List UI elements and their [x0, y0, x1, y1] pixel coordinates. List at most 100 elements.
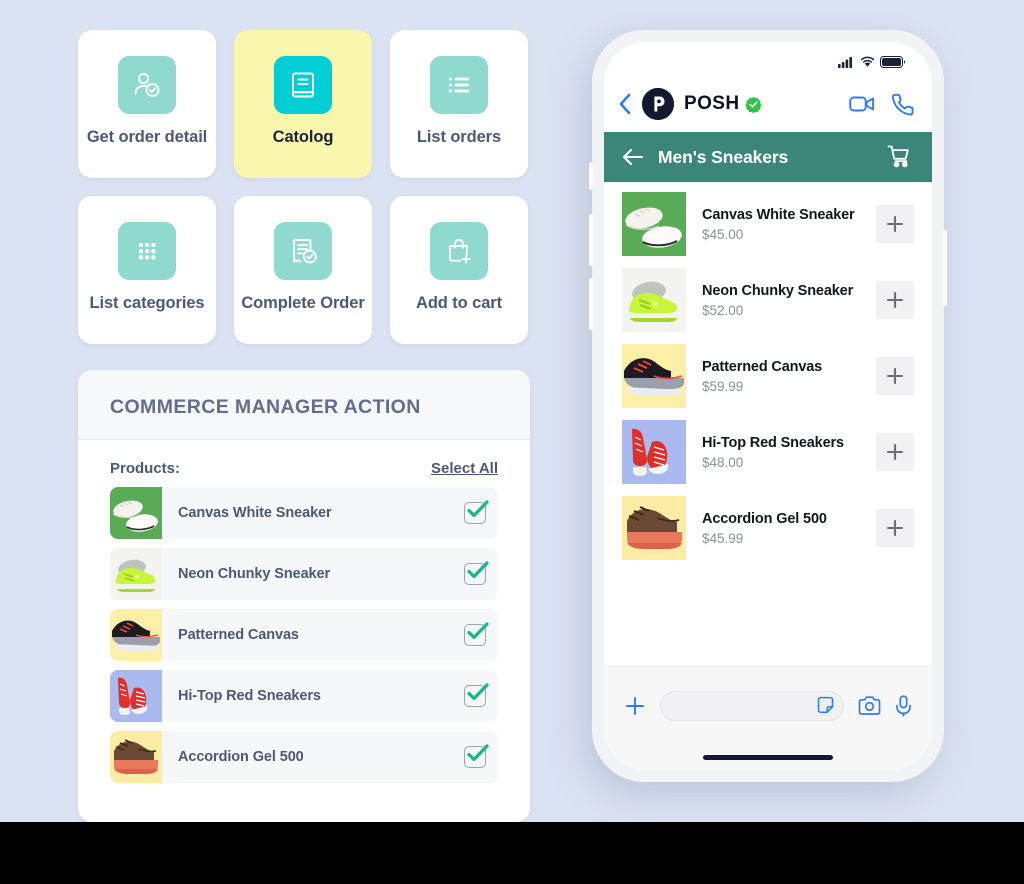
left-panel: Get order detail Catolog List orders Lis…	[78, 30, 530, 822]
product-checkbox[interactable]	[452, 683, 498, 707]
product-checkbox[interactable]	[452, 500, 498, 524]
product-name: Accordion Gel 500	[178, 749, 304, 765]
posh-brand-name: POSH	[684, 93, 740, 114]
message-composer	[604, 666, 932, 744]
product-thumbnail	[110, 487, 162, 539]
products-toolbar: Products: Select All	[78, 440, 530, 487]
product-price: $59.99	[702, 378, 744, 394]
message-input[interactable]	[660, 690, 844, 721]
add-to-cart-button[interactable]	[876, 433, 914, 471]
add-to-cart-button[interactable]	[876, 205, 914, 243]
action-card-label: Catolog	[272, 128, 334, 146]
product-checklist-row[interactable]: Neon Chunky Sneaker	[110, 548, 498, 600]
shopping-cart-icon[interactable]	[887, 145, 912, 169]
action-card-add-to-cart[interactable]: Add to cart	[390, 196, 528, 344]
grid-icon	[118, 222, 176, 280]
wifi-icon	[860, 56, 875, 67]
phone-icon[interactable]	[891, 93, 914, 116]
product-name: Hi-Top Red Sneakers	[178, 688, 321, 704]
action-card-complete-order[interactable]: Complete Order	[234, 196, 372, 344]
action-card-label: List categories	[89, 294, 205, 312]
status-bar	[604, 42, 932, 76]
product-checkbox[interactable]	[452, 744, 498, 768]
select-all-link[interactable]: Select All	[431, 460, 498, 477]
catalog-product-row[interactable]: Neon Chunky Sneaker $52.00	[604, 262, 932, 338]
book-icon	[274, 56, 332, 114]
battery-full-icon	[880, 56, 906, 68]
action-card-label: Get order detail	[86, 128, 208, 146]
product-name: Accordion Gel 500	[702, 510, 827, 527]
product-checkbox[interactable]	[452, 622, 498, 646]
back-chevron-icon[interactable]	[618, 92, 642, 116]
catalog-product-row[interactable]: Canvas White Sneaker $45.00	[604, 186, 932, 262]
arrow-left-icon[interactable]	[622, 148, 644, 166]
product-info: Canvas White Sneaker $45.00	[686, 207, 876, 242]
add-to-cart-button[interactable]	[876, 357, 914, 395]
product-name: Canvas White Sneaker	[702, 206, 855, 223]
sticker-icon[interactable]	[816, 696, 835, 715]
action-card-get-order-detail[interactable]: Get order detail	[78, 30, 216, 178]
list-bullet-icon	[430, 56, 488, 114]
product-name: Neon Chunky Sneaker	[702, 282, 854, 299]
add-to-cart-button[interactable]	[876, 281, 914, 319]
video-camera-icon[interactable]	[849, 94, 875, 114]
product-checklist-row[interactable]: Accordion Gel 500	[110, 731, 498, 783]
microphone-icon[interactable]	[895, 694, 912, 717]
header-actions	[849, 93, 914, 116]
product-checklist: Canvas White Sneaker Neon Chunky Sneaker…	[78, 487, 530, 822]
product-price: $45.00	[702, 226, 744, 242]
product-price: $48.00	[702, 454, 744, 470]
home-indicator[interactable]	[703, 754, 833, 760]
product-thumbnail	[622, 344, 686, 408]
screenshot-canvas: Get order detail Catolog List orders Lis…	[0, 0, 1024, 822]
category-bar: Men's Sneakers	[604, 132, 932, 182]
phone-mute-switch[interactable]	[589, 162, 593, 190]
plus-icon[interactable]	[624, 695, 646, 717]
home-indicator-area	[604, 744, 932, 770]
action-card-catolog[interactable]: Catolog	[234, 30, 372, 178]
action-card-label: List orders	[416, 128, 502, 146]
product-thumbnail	[622, 192, 686, 256]
product-name: Neon Chunky Sneaker	[178, 566, 331, 582]
product-checklist-row[interactable]: Hi-Top Red Sneakers	[110, 670, 498, 722]
phone-power-button[interactable]	[943, 230, 947, 306]
add-to-cart-button[interactable]	[876, 509, 914, 547]
product-info: Accordion Gel 500 $45.99	[686, 511, 876, 546]
phone-mockup: POSH Men's Sneakers Canvas White Sneaker…	[589, 30, 947, 782]
product-thumbnail	[110, 609, 162, 661]
posh-logo	[642, 88, 674, 120]
catalog-product-row[interactable]: Hi-Top Red Sneakers $48.00	[604, 414, 932, 490]
product-checklist-row[interactable]: Patterned Canvas	[110, 609, 498, 661]
signal-bars-icon	[838, 57, 852, 68]
product-name: Patterned Canvas	[702, 358, 823, 375]
verified-badge-icon	[745, 96, 763, 113]
receipt-check-icon	[274, 222, 332, 280]
bag-plus-icon	[430, 222, 488, 280]
product-name: Patterned Canvas	[178, 627, 299, 643]
product-price: $45.99	[702, 530, 744, 546]
product-info: Neon Chunky Sneaker $52.00	[686, 283, 876, 318]
commerce-panel-title: COMMERCE MANAGER ACTION	[110, 396, 421, 418]
phone-volume-up-button[interactable]	[589, 214, 593, 266]
product-thumbnail	[110, 731, 162, 783]
commerce-panel-header: COMMERCE MANAGER ACTION	[78, 370, 530, 440]
action-card-list-orders[interactable]: List orders	[390, 30, 528, 178]
product-thumbnail	[110, 548, 162, 600]
catalog-product-row[interactable]: Accordion Gel 500 $45.99	[604, 490, 932, 566]
user-check-icon	[118, 56, 176, 114]
camera-icon[interactable]	[858, 695, 881, 716]
action-card-list-categories[interactable]: List categories	[78, 196, 216, 344]
product-thumbnail	[622, 268, 686, 332]
conversation-header: POSH	[604, 76, 932, 132]
commerce-action-grid: Get order detail Catolog List orders Lis…	[78, 30, 530, 344]
product-checkbox[interactable]	[452, 561, 498, 585]
phone-volume-down-button[interactable]	[589, 278, 593, 330]
product-thumbnail	[622, 420, 686, 484]
product-checklist-row[interactable]: Canvas White Sneaker	[110, 487, 498, 539]
product-price: $52.00	[702, 302, 744, 318]
catalog-product-row[interactable]: Patterned Canvas $59.99	[604, 338, 932, 414]
product-info: Patterned Canvas $59.99	[686, 359, 876, 394]
product-name: Hi-Top Red Sneakers	[702, 434, 844, 451]
product-thumbnail	[110, 670, 162, 722]
action-card-label: Add to cart	[416, 294, 502, 312]
